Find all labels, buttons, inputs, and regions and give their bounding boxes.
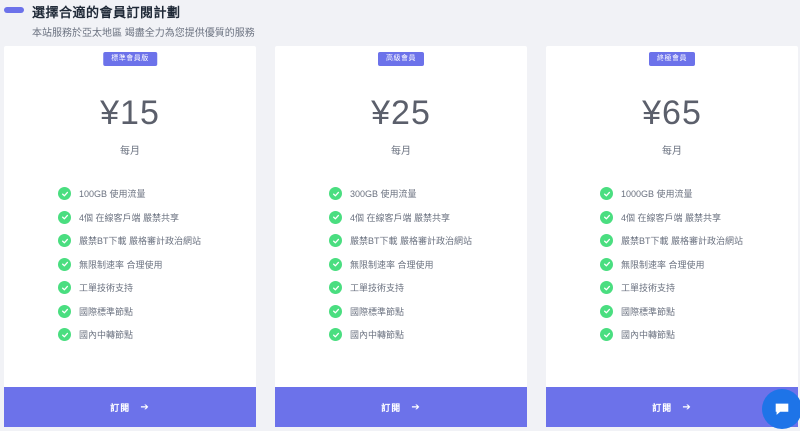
feature-text: 嚴禁BT下載 嚴格審計政治網站 [350, 236, 473, 247]
feature-text: 嚴禁BT下載 嚴格審計政治網站 [79, 236, 202, 247]
check-circle-icon [600, 210, 613, 224]
feature-item: 工單技術支持 [329, 276, 472, 300]
feature-list: 1000GB 使用流量 4個 在線客戶端 嚴禁共享 嚴禁BT下載 嚴格審計政治網… [600, 182, 743, 347]
feature-item: 國際標準節點 [600, 300, 743, 324]
feature-text: 1000GB 使用流量 [621, 189, 693, 200]
feature-text: 無限制速率 合理使用 [621, 259, 705, 270]
check-circle-icon [329, 257, 342, 271]
check-circle-icon [58, 210, 71, 224]
feature-text: 國內中轉節點 [350, 330, 405, 341]
feature-text: 工單技術支持 [79, 283, 134, 294]
check-circle-icon [329, 187, 342, 201]
check-circle-icon [58, 234, 71, 248]
feature-text: 4個 在線客戶端 嚴禁共享 [350, 212, 451, 223]
feature-text: 國內中轉節點 [79, 330, 134, 341]
plan-badge: 標準會員版 [103, 52, 157, 66]
check-circle-icon [58, 257, 71, 271]
subscribe-button-label: 訂閱 [110, 402, 131, 413]
chat-button[interactable] [762, 389, 800, 429]
check-circle-icon [329, 304, 342, 318]
check-circle-icon [329, 281, 342, 295]
chat-icon [775, 403, 789, 415]
plan-card-ultimate: 終極會員 ¥65 每月 1000GB 使用流量 4個 在線客戶端 嚴禁共享 嚴禁… [546, 46, 798, 427]
feature-item: 4個 在線客戶端 嚴禁共享 [600, 206, 743, 230]
feature-item: 國際標準節點 [58, 300, 201, 324]
check-circle-icon [600, 281, 613, 295]
feature-item: 工單技術支持 [58, 276, 201, 300]
feature-text: 嚴禁BT下載 嚴格審計政治網站 [621, 236, 744, 247]
feature-item: 無限制速率 合理使用 [58, 253, 201, 277]
check-circle-icon [58, 187, 71, 201]
plan-price: ¥15 [100, 94, 160, 132]
check-circle-icon [600, 187, 613, 201]
plan-badge: 終極會員 [649, 52, 695, 66]
arrow-right-icon: ➔ [411, 401, 421, 413]
feature-item: 嚴禁BT下載 嚴格審計政治網站 [58, 229, 201, 253]
feature-item: 國內中轉節點 [58, 323, 201, 347]
check-circle-icon [600, 234, 613, 248]
feature-item: 國內中轉節點 [329, 323, 472, 347]
plan-price: ¥65 [642, 94, 702, 132]
feature-item: 無限制速率 合理使用 [329, 253, 472, 277]
feature-text: 工單技術支持 [621, 283, 676, 294]
plan-price: ¥25 [371, 94, 431, 132]
feature-text: 國際標準節點 [79, 306, 134, 317]
check-circle-icon [329, 234, 342, 248]
plan-period: 每月 [391, 146, 411, 157]
subscribe-button[interactable]: 訂閱 ➔ [546, 387, 798, 427]
plan-period: 每月 [662, 146, 682, 157]
page-subtitle: 本站服務於亞太地區 竭盡全力為您提供優質的服務 [32, 28, 255, 39]
check-circle-icon [58, 281, 71, 295]
check-circle-icon [58, 328, 71, 342]
subscribe-button-label: 訂閱 [652, 402, 673, 413]
feature-item: 嚴禁BT下載 嚴格審計政治網站 [600, 229, 743, 253]
feature-item: 國內中轉節點 [600, 323, 743, 347]
subscribe-button-label: 訂閱 [381, 402, 402, 413]
feature-item: 1000GB 使用流量 [600, 182, 743, 206]
arrow-right-icon: ➔ [140, 401, 150, 413]
check-circle-icon [600, 257, 613, 271]
feature-text: 4個 在線客戶端 嚴禁共享 [79, 212, 180, 223]
feature-text: 無限制速率 合理使用 [79, 259, 163, 270]
feature-list: 100GB 使用流量 4個 在線客戶端 嚴禁共享 嚴禁BT下載 嚴格審計政治網站… [58, 182, 201, 347]
feature-text: 4個 在線客戶端 嚴禁共享 [621, 212, 722, 223]
subscribe-button[interactable]: 訂閱 ➔ [275, 387, 527, 427]
page-title: 選擇合適的會員訂閱計劃 [32, 5, 181, 20]
feature-item: 無限制速率 合理使用 [600, 253, 743, 277]
feature-item: 工單技術支持 [600, 276, 743, 300]
check-circle-icon [600, 328, 613, 342]
feature-list: 300GB 使用流量 4個 在線客戶端 嚴禁共享 嚴禁BT下載 嚴格審計政治網站… [329, 182, 472, 347]
check-circle-icon [329, 210, 342, 224]
check-circle-icon [600, 304, 613, 318]
header-accent-bar [4, 7, 24, 13]
feature-text: 300GB 使用流量 [350, 189, 417, 200]
check-circle-icon [58, 304, 71, 318]
feature-item: 4個 在線客戶端 嚴禁共享 [58, 206, 201, 230]
feature-item: 嚴禁BT下載 嚴格審計政治網站 [329, 229, 472, 253]
plan-period: 每月 [120, 146, 140, 157]
plan-badge: 高級會員 [378, 52, 424, 66]
arrow-right-icon: ➔ [682, 401, 692, 413]
check-circle-icon [329, 328, 342, 342]
page-header: 選擇合適的會員訂閱計劃 本站服務於亞太地區 竭盡全力為您提供優質的服務 [0, 0, 800, 46]
feature-text: 100GB 使用流量 [79, 189, 146, 200]
feature-text: 國際標準節點 [350, 306, 405, 317]
plan-card-standard: 標準會員版 ¥15 每月 100GB 使用流量 4個 在線客戶端 嚴禁共享 嚴禁… [4, 46, 256, 427]
feature-text: 無限制速率 合理使用 [350, 259, 434, 270]
feature-item: 4個 在線客戶端 嚴禁共享 [329, 206, 472, 230]
feature-text: 國內中轉節點 [621, 330, 676, 341]
plan-card-premium: 高級會員 ¥25 每月 300GB 使用流量 4個 在線客戶端 嚴禁共享 嚴禁B… [275, 46, 527, 427]
feature-text: 工單技術支持 [350, 283, 405, 294]
feature-text: 國際標準節點 [621, 306, 676, 317]
feature-item: 100GB 使用流量 [58, 182, 201, 206]
subscribe-button[interactable]: 訂閱 ➔ [4, 387, 256, 427]
feature-item: 國際標準節點 [329, 300, 472, 324]
feature-item: 300GB 使用流量 [329, 182, 472, 206]
